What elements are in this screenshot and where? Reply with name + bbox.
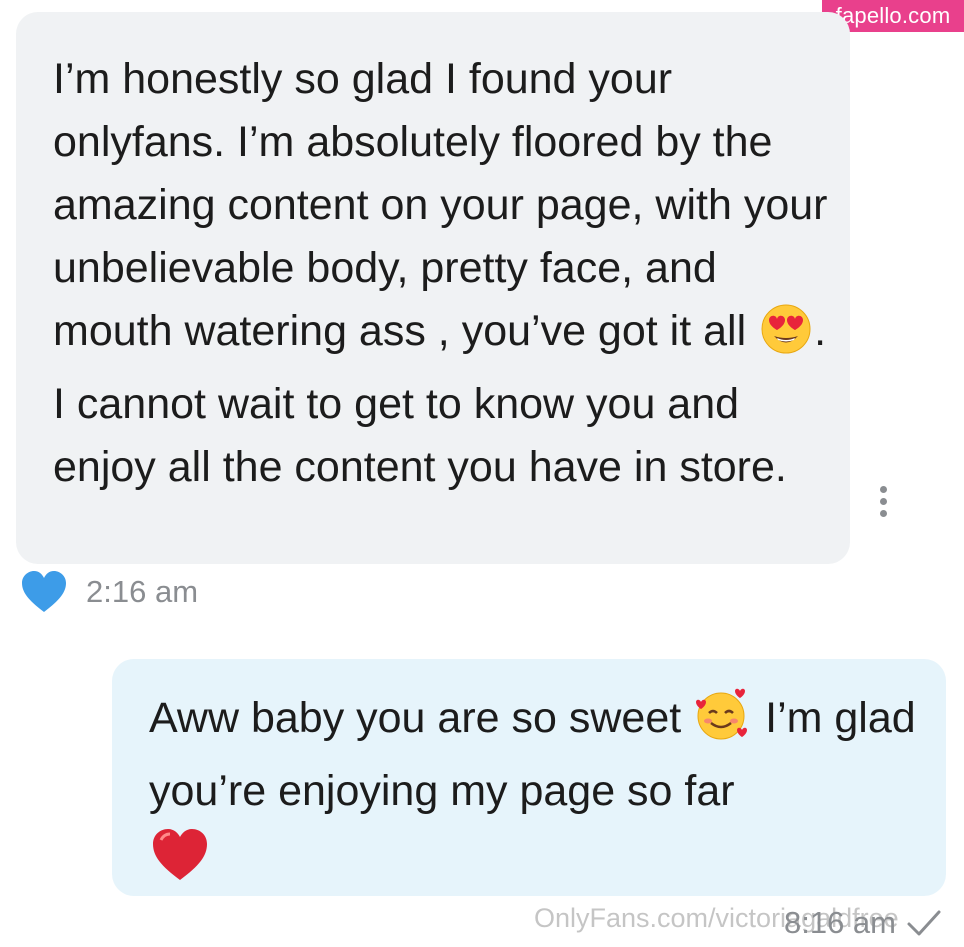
incoming-message-time: 2:16 am <box>86 574 199 609</box>
read-check-icon <box>907 910 941 936</box>
outgoing-message-text-part1: Aww baby you are so sweet <box>149 694 682 742</box>
incoming-message-bubble[interactable]: I’m honestly so glad I found your onlyfa… <box>16 12 850 564</box>
outgoing-message-time: 8:16 am <box>783 905 896 940</box>
outgoing-message-bubble[interactable]: Aww baby you are so sweet I’m glad you’r… <box>112 659 946 896</box>
like-heart-icon[interactable] <box>20 570 68 614</box>
incoming-message-meta: 2:16 am <box>20 570 198 614</box>
more-options-icon[interactable] <box>872 486 894 526</box>
incoming-message-text: I’m honestly so glad I found your onlyfa… <box>53 48 830 499</box>
incoming-message-text-part1: I’m honestly so glad I found your onlyfa… <box>53 55 828 355</box>
outgoing-message-meta: 8:16 am <box>766 902 942 944</box>
red-heart-emoji-icon <box>151 828 209 900</box>
heart-eyes-emoji-icon <box>760 303 812 373</box>
outgoing-message-text: Aww baby you are so sweet I’m glad you’r… <box>149 687 926 900</box>
smiling-face-with-hearts-emoji-icon <box>695 688 751 760</box>
